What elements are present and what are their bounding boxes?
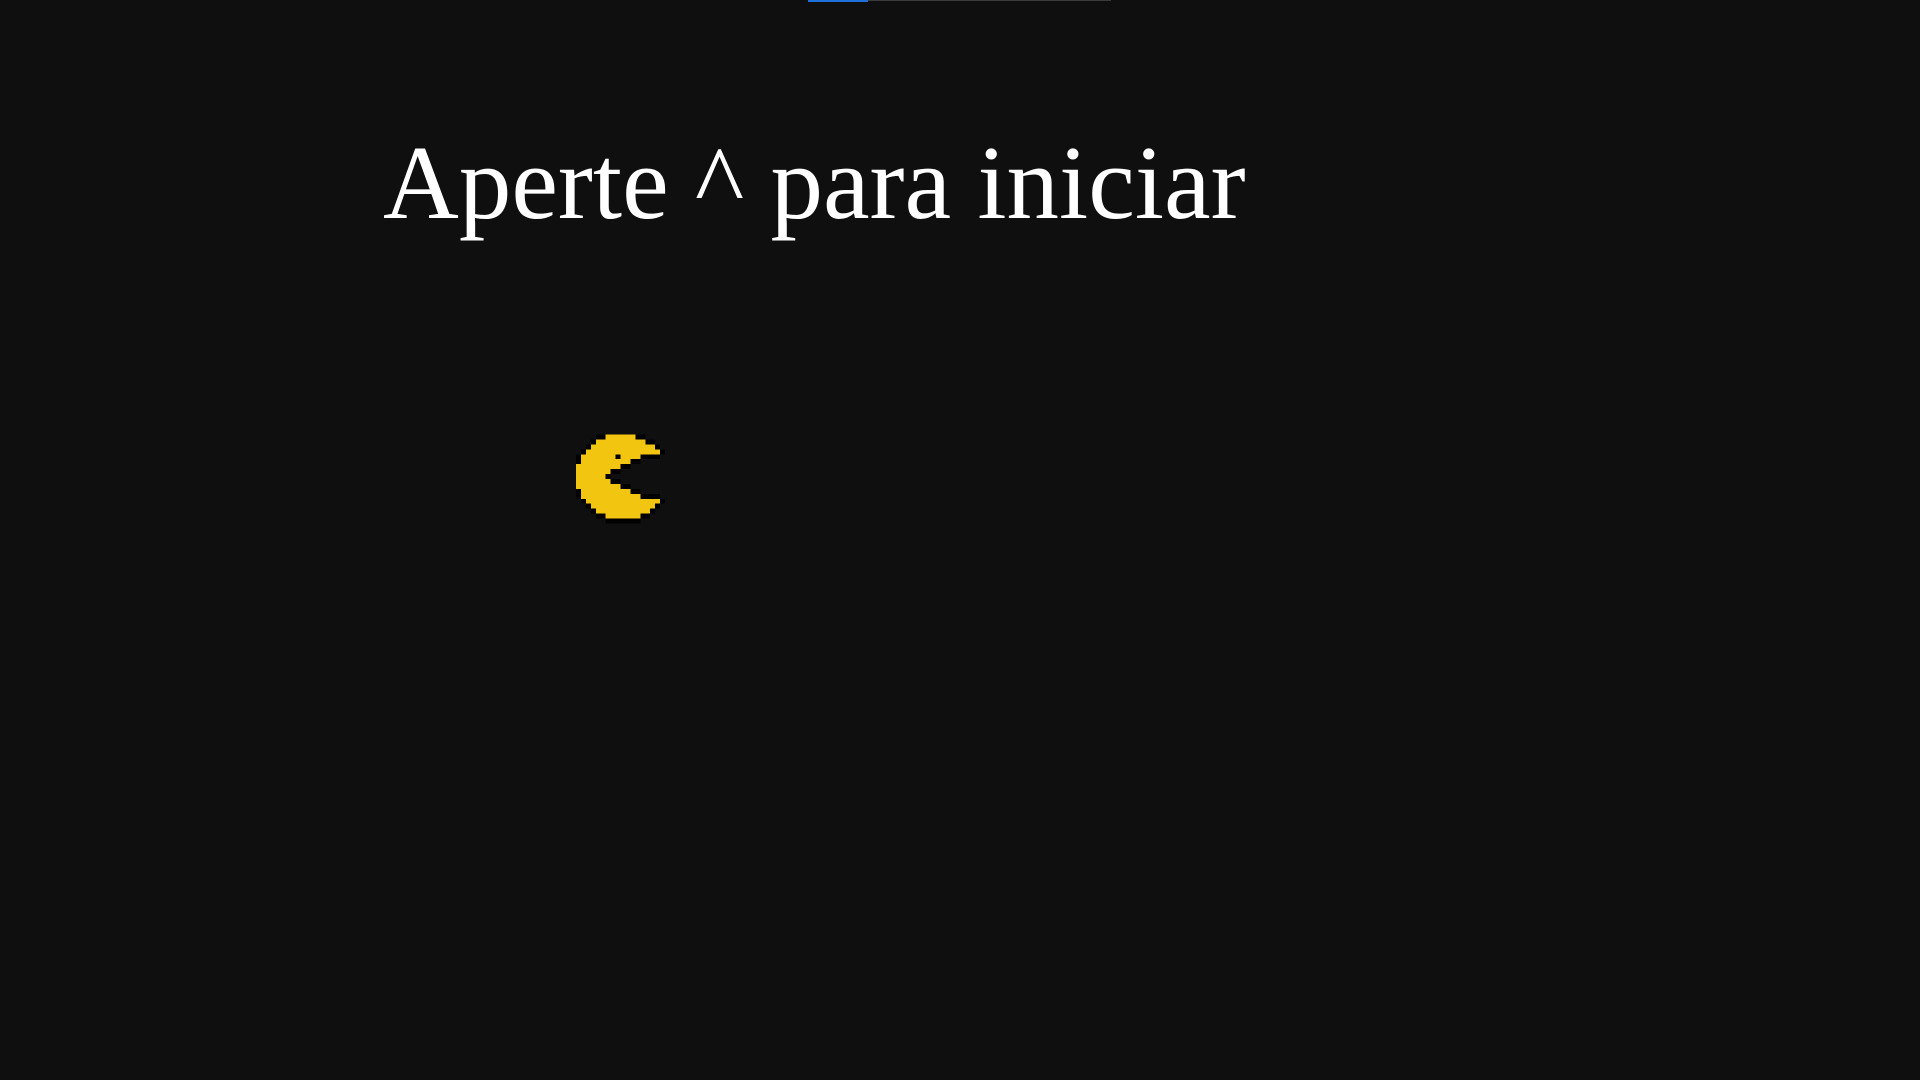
game-screen[interactable]: Aperte ^ para iniciar xyxy=(0,0,1920,1080)
start-prompt-text: Aperte ^ para iniciar xyxy=(383,124,1246,241)
pacman-icon xyxy=(576,434,670,524)
loading-bar-track xyxy=(868,0,1111,1)
loading-bar-fill xyxy=(808,0,868,2)
